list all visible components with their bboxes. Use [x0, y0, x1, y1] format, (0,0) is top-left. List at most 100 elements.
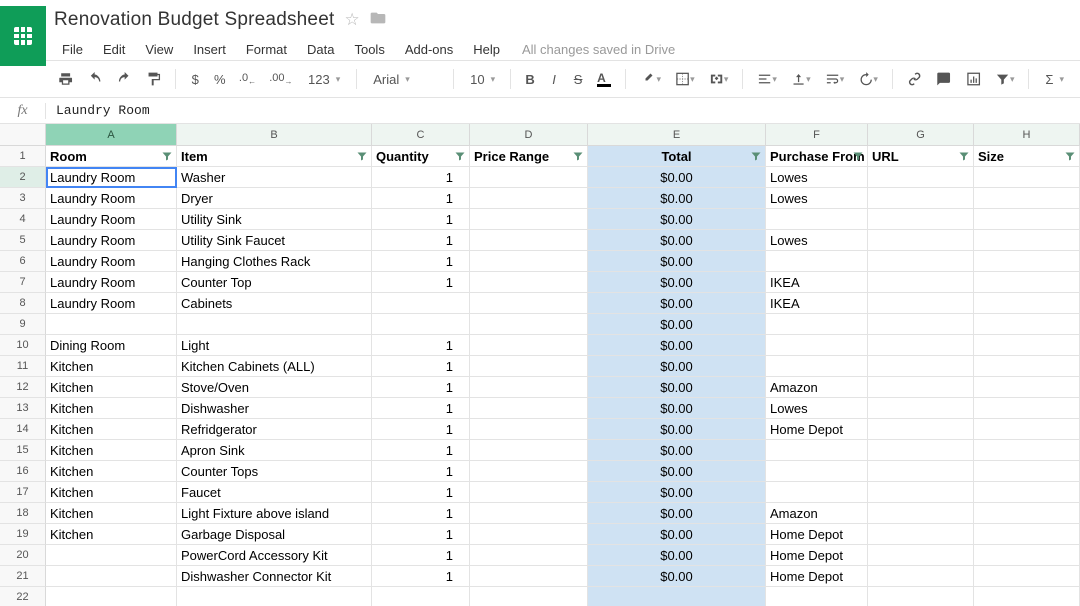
cell-room[interactable]: [46, 314, 177, 335]
col-header-F[interactable]: F: [766, 124, 868, 145]
text-color-button[interactable]: A: [591, 66, 616, 92]
cell-item[interactable]: Cabinets: [177, 293, 372, 314]
cell-total[interactable]: $0.00: [588, 524, 766, 545]
cell-url[interactable]: [868, 419, 974, 440]
cell-total[interactable]: $0.00: [588, 167, 766, 188]
header-quantity[interactable]: Quantity: [372, 146, 470, 167]
cell-room[interactable]: Kitchen: [46, 482, 177, 503]
cell-room[interactable]: [46, 566, 177, 587]
cell-total[interactable]: $0.00: [588, 440, 766, 461]
cell-size[interactable]: [974, 335, 1080, 356]
col-header-B[interactable]: B: [177, 124, 372, 145]
cell-room[interactable]: Laundry Room: [46, 293, 177, 314]
cell-total[interactable]: $0.00: [588, 461, 766, 482]
merge-button[interactable]: ▾: [703, 66, 735, 92]
cell-price-range[interactable]: [470, 482, 588, 503]
cell-purchase-from[interactable]: [766, 461, 868, 482]
cell-total[interactable]: $0.00: [588, 251, 766, 272]
filter-toggle-icon[interactable]: [161, 150, 173, 162]
cell-room[interactable]: Laundry Room: [46, 251, 177, 272]
menu-help[interactable]: Help: [465, 38, 508, 61]
cell-size[interactable]: [974, 524, 1080, 545]
cell-quantity[interactable]: 1: [372, 566, 470, 587]
star-icon[interactable]: ☆: [344, 10, 359, 30]
cell-quantity[interactable]: 1: [372, 230, 470, 251]
cell-purchase-from[interactable]: Home Depot: [766, 566, 868, 587]
cell-item[interactable]: Hanging Clothes Rack: [177, 251, 372, 272]
row-number[interactable]: 7: [0, 272, 46, 293]
undo-icon[interactable]: [81, 66, 108, 92]
cell-size[interactable]: [974, 545, 1080, 566]
cell-size[interactable]: [974, 356, 1080, 377]
menu-tools[interactable]: Tools: [346, 38, 392, 61]
cell-url[interactable]: [868, 209, 974, 230]
cell-size[interactable]: [974, 377, 1080, 398]
cell-price-range[interactable]: [470, 566, 588, 587]
format-currency[interactable]: $: [184, 66, 206, 92]
select-all-cell[interactable]: [0, 124, 46, 145]
cell-total[interactable]: $0.00: [588, 272, 766, 293]
row-number[interactable]: 22: [0, 587, 46, 606]
cell-room[interactable]: [46, 545, 177, 566]
cell-item[interactable]: Dishwasher Connector Kit: [177, 566, 372, 587]
cell-purchase-from[interactable]: Lowes: [766, 230, 868, 251]
valign-button[interactable]: ▾: [785, 66, 817, 92]
cell-url[interactable]: [868, 566, 974, 587]
font-size-select[interactable]: 10▾: [462, 66, 502, 92]
cell-item[interactable]: Dishwasher: [177, 398, 372, 419]
cell-total[interactable]: $0.00: [588, 230, 766, 251]
chart-icon[interactable]: [960, 66, 987, 92]
row-number[interactable]: 17: [0, 482, 46, 503]
cell-item[interactable]: Counter Top: [177, 272, 372, 293]
cell-quantity[interactable]: 1: [372, 167, 470, 188]
cell-purchase-from[interactable]: [766, 587, 868, 606]
cell-size[interactable]: [974, 188, 1080, 209]
row-number[interactable]: 10: [0, 335, 46, 356]
cell-price-range[interactable]: [470, 209, 588, 230]
row-number[interactable]: 12: [0, 377, 46, 398]
cell-url[interactable]: [868, 356, 974, 377]
cell-room[interactable]: Kitchen: [46, 377, 177, 398]
header-size[interactable]: Size: [974, 146, 1080, 167]
cell-size[interactable]: [974, 503, 1080, 524]
cell-price-range[interactable]: [470, 377, 588, 398]
cell-room[interactable]: Kitchen: [46, 524, 177, 545]
menu-addons[interactable]: Add-ons: [397, 38, 461, 61]
cell-price-range[interactable]: [470, 503, 588, 524]
col-header-G[interactable]: G: [868, 124, 974, 145]
cell-size[interactable]: [974, 230, 1080, 251]
header-purchase-from[interactable]: Purchase From: [766, 146, 868, 167]
col-header-D[interactable]: D: [470, 124, 588, 145]
cell-price-range[interactable]: [470, 587, 588, 606]
cell-url[interactable]: [868, 293, 974, 314]
cell-quantity[interactable]: 1: [372, 461, 470, 482]
cell-price-range[interactable]: [470, 545, 588, 566]
cell-item[interactable]: PowerCord Accessory Kit: [177, 545, 372, 566]
cell-price-range[interactable]: [470, 398, 588, 419]
cell-quantity[interactable]: 1: [372, 419, 470, 440]
row-number[interactable]: 3: [0, 188, 46, 209]
cell-quantity[interactable]: [372, 293, 470, 314]
cell-purchase-from[interactable]: Home Depot: [766, 524, 868, 545]
redo-icon[interactable]: [111, 66, 138, 92]
cell-item[interactable]: Faucet: [177, 482, 372, 503]
row-number[interactable]: 8: [0, 293, 46, 314]
filter-toggle-icon[interactable]: [572, 150, 584, 162]
cell-price-range[interactable]: [470, 188, 588, 209]
cell-purchase-from[interactable]: IKEA: [766, 272, 868, 293]
cell-item[interactable]: Garbage Disposal: [177, 524, 372, 545]
strike-button[interactable]: S: [567, 66, 589, 92]
cell-price-range[interactable]: [470, 230, 588, 251]
cell-purchase-from[interactable]: [766, 356, 868, 377]
cell-item[interactable]: Dryer: [177, 188, 372, 209]
cell-room[interactable]: Laundry Room: [46, 272, 177, 293]
cell-size[interactable]: [974, 461, 1080, 482]
filter-toggle-icon[interactable]: [958, 150, 970, 162]
col-header-A[interactable]: A: [46, 124, 177, 145]
link-icon[interactable]: [901, 66, 928, 92]
cell-room[interactable]: Laundry Room: [46, 167, 177, 188]
menu-data[interactable]: Data: [299, 38, 342, 61]
cell-item[interactable]: Utility Sink: [177, 209, 372, 230]
paint-format-icon[interactable]: [140, 66, 167, 92]
row-number[interactable]: 19: [0, 524, 46, 545]
